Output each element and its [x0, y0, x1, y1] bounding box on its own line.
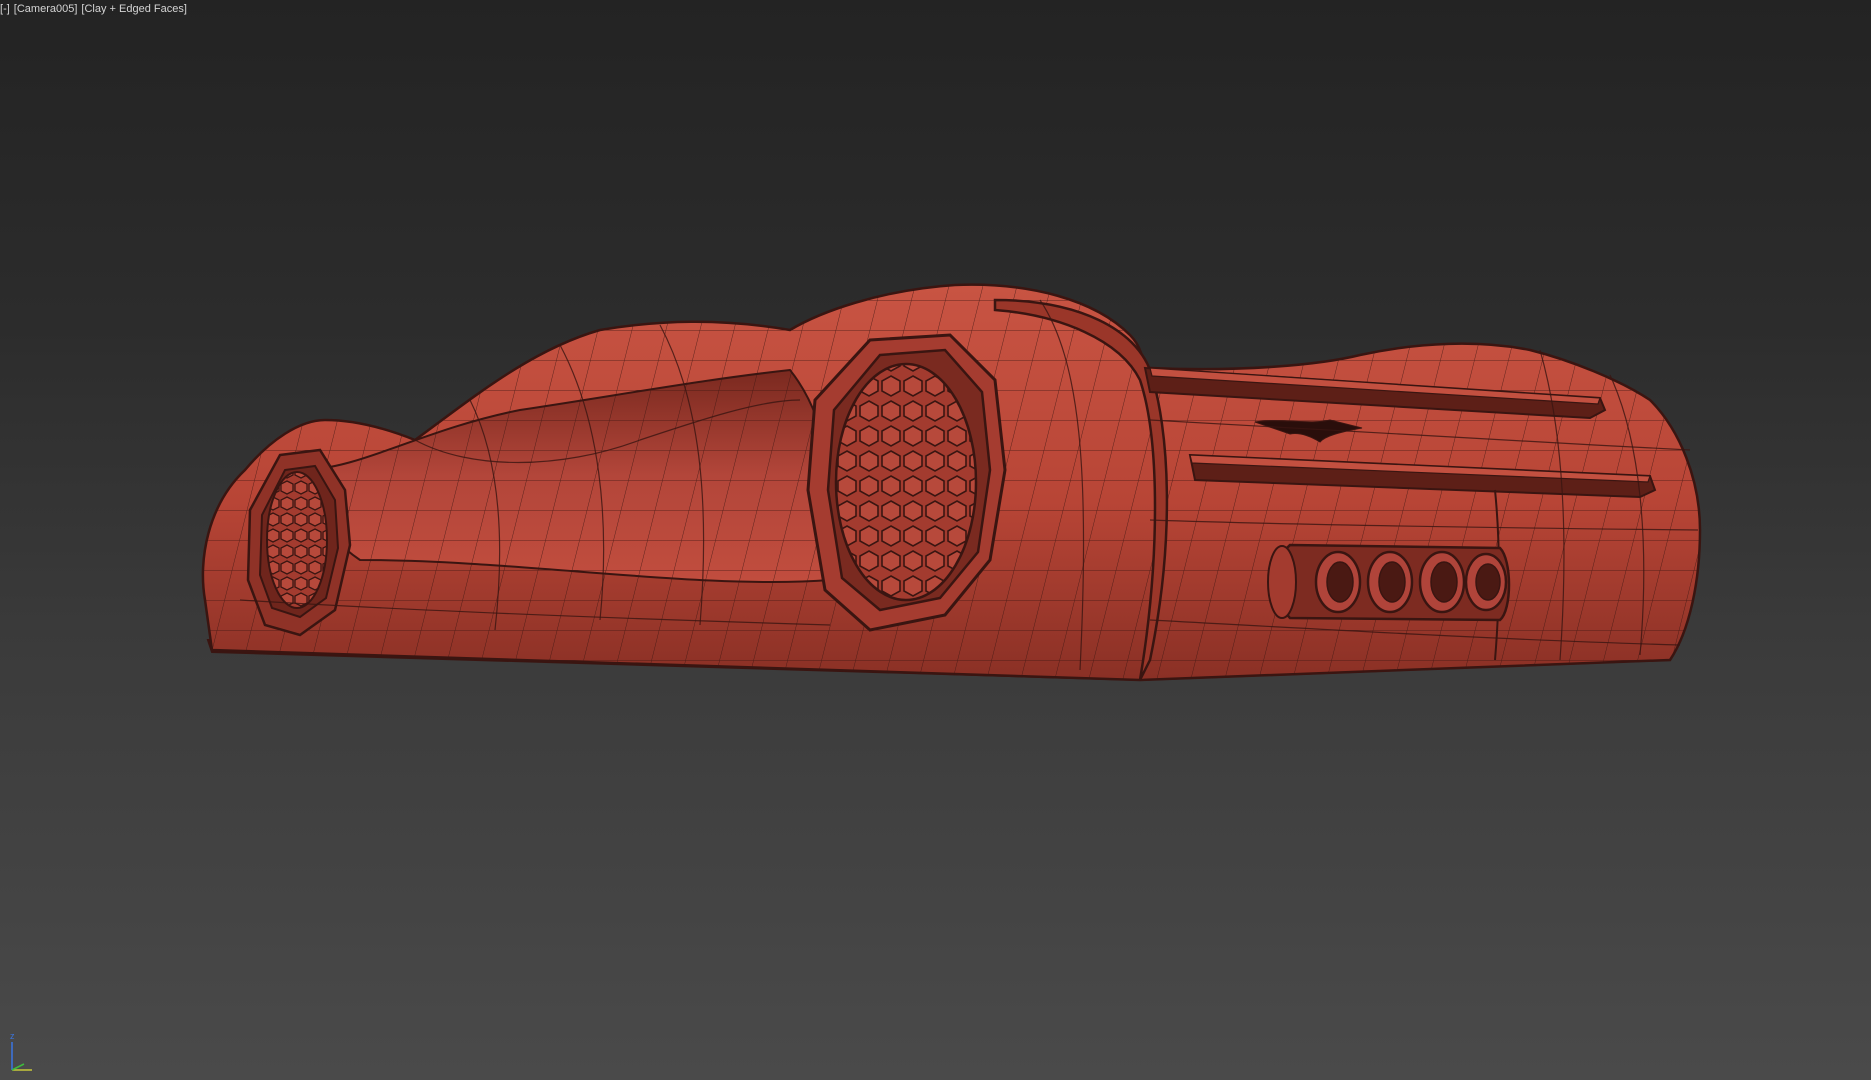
exhaust-pipe-2 — [1366, 550, 1414, 614]
exhaust-pipe-4 — [1464, 552, 1508, 612]
axis-z-label: z — [10, 1031, 15, 1041]
exhaust-pipe-1 — [1314, 550, 1362, 614]
axis-y-line — [11, 1063, 25, 1071]
axis-gizmo: z — [10, 1031, 32, 1071]
car-model-render — [201, 283, 1702, 682]
viewport[interactable]: [-] [Camera005] [Clay + Edged Faces] z — [0, 0, 1871, 1080]
exhaust-pipe-3 — [1418, 550, 1466, 614]
